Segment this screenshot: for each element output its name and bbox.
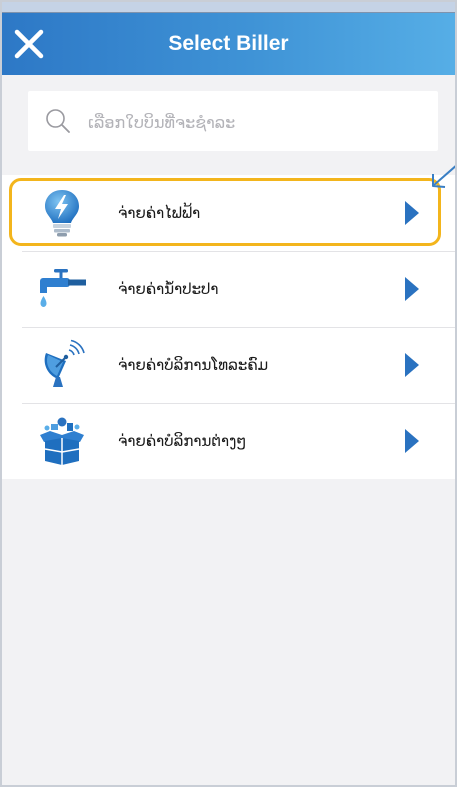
water-tap-icon — [40, 269, 86, 307]
biller-list: ຈ່າຍຄ່າໄຟຟ້າ ຈ່າຍຄ່ານ້ຳປະປາ ຈ່າຍຄ່າບໍລິກ… — [2, 175, 455, 479]
search-input[interactable] — [86, 91, 430, 153]
biller-row-telecom[interactable]: ຈ່າຍຄ່າບໍລິການໂທລະຄົມ — [2, 327, 455, 403]
biller-row-water[interactable]: ຈ່າຍຄ່ານ້ຳປະປາ — [2, 251, 455, 327]
chevron-right-icon — [405, 277, 419, 301]
page-title: Select Biller — [168, 32, 289, 55]
search-box[interactable] — [28, 91, 438, 153]
chevron-right-icon — [405, 353, 419, 377]
lightbulb-icon — [45, 190, 79, 237]
satellite-dish-icon — [44, 339, 85, 387]
biller-row-electricity[interactable]: ຈ່າຍຄ່າໄຟຟ້າ — [2, 175, 455, 251]
biller-label: ຈ່າຍຄ່າບໍລິການຕ່າງໆ — [118, 432, 247, 450]
biller-row-other-services[interactable]: ຈ່າຍຄ່າບໍລິການຕ່າງໆ — [2, 403, 455, 479]
app-screen: Select Biller ເລືອກໃບບິນທີ່ຈະຊຳລະ ຈ່າຍຄ່… — [0, 0, 457, 787]
header-bar: Select Biller — [2, 13, 455, 75]
search-icon — [46, 109, 70, 133]
chevron-right-icon — [405, 429, 419, 453]
chevron-right-icon — [405, 201, 419, 225]
biller-label: ຈ່າຍຄ່າບໍລິການໂທລະຄົມ — [118, 356, 269, 374]
biller-label: ຈ່າຍຄ່ານ້ຳປະປາ — [118, 280, 219, 298]
biller-label: ຈ່າຍຄ່າໄຟຟ້າ — [118, 204, 201, 222]
window-top-strip — [2, 2, 455, 13]
open-box-icon — [40, 417, 84, 465]
search-area — [2, 75, 455, 175]
